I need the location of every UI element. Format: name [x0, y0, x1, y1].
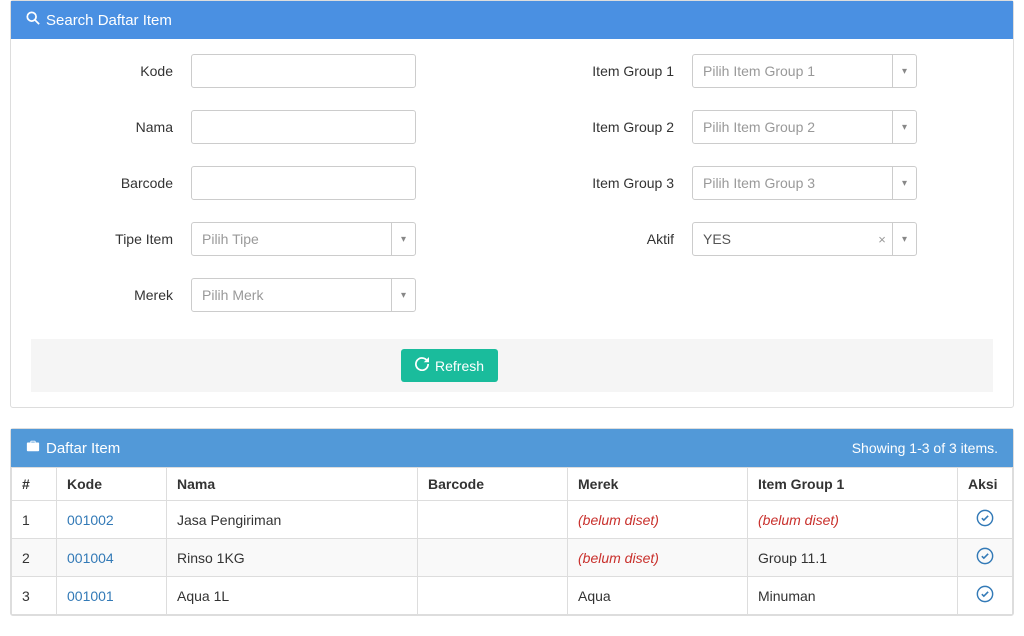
refresh-bar: Refresh [31, 339, 993, 392]
select-action-icon[interactable] [976, 547, 994, 565]
label-barcode: Barcode [31, 175, 191, 191]
select-aktif[interactable]: YES × ▾ [692, 222, 917, 256]
cell-barcode [418, 539, 568, 577]
label-aktif: Aktif [532, 231, 692, 247]
cell-num: 2 [12, 539, 57, 577]
col-aksi: Aksi [958, 468, 1013, 501]
refresh-button-label: Refresh [435, 358, 484, 374]
cell-merek: (belum diset) [568, 539, 748, 577]
label-tipe-item: Tipe Item [31, 231, 191, 247]
cell-item-group-1: Group 11.1 [748, 539, 958, 577]
col-barcode: Barcode [418, 468, 568, 501]
select-item-group-1[interactable]: Pilih Item Group 1 ▾ [692, 54, 917, 88]
cell-barcode [418, 501, 568, 539]
select-action-icon[interactable] [976, 509, 994, 527]
kode-link[interactable]: 001002 [67, 512, 114, 528]
label-item-group-2: Item Group 2 [532, 119, 692, 135]
cell-num: 1 [12, 501, 57, 539]
chevron-down-icon[interactable]: ▾ [892, 55, 916, 87]
refresh-button[interactable]: Refresh [401, 349, 498, 382]
input-kode[interactable] [191, 54, 416, 88]
cell-num: 3 [12, 577, 57, 615]
select-aktif-value: YES [693, 223, 872, 255]
select-item-group-3[interactable]: Pilih Item Group 3 ▾ [692, 166, 917, 200]
list-summary: Showing 1-3 of 3 items. [852, 440, 998, 456]
select-action-icon[interactable] [976, 585, 994, 603]
search-panel-body: Kode Nama Barcode Tipe Item Pilih Tipe ▾ [11, 39, 1013, 339]
items-table: # Kode Nama Barcode Merek Item Group 1 A… [11, 467, 1013, 615]
cell-nama: Rinso 1KG [167, 539, 418, 577]
cell-barcode [418, 577, 568, 615]
select-tipe-item[interactable]: Pilih Tipe ▾ [191, 222, 416, 256]
search-panel-title: Search Daftar Item [46, 12, 172, 29]
select-tipe-placeholder: Pilih Tipe [192, 223, 391, 255]
table-row: 1 001002 Jasa Pengiriman (belum diset)(belu… [12, 501, 1013, 539]
chevron-down-icon[interactable]: ▾ [391, 279, 415, 311]
table-row: 2 001004 Rinso 1KG (belum diset)Group 11.1 [12, 539, 1013, 577]
select-ig1-placeholder: Pilih Item Group 1 [693, 55, 892, 87]
col-nama: Nama [167, 468, 418, 501]
list-panel-header: Daftar Item Showing 1-3 of 3 items. [11, 429, 1013, 467]
col-item-group-1: Item Group 1 [748, 468, 958, 501]
cell-item-group-1: (belum diset) [748, 501, 958, 539]
cell-item-group-1: Minuman [748, 577, 958, 615]
label-item-group-3: Item Group 3 [532, 175, 692, 191]
cell-merek: Aqua [568, 577, 748, 615]
table-row: 3 001001 Aqua 1L AquaMinuman [12, 577, 1013, 615]
chevron-down-icon[interactable]: ▾ [892, 223, 916, 255]
search-panel-header: Search Daftar Item [11, 1, 1013, 39]
input-barcode[interactable] [191, 166, 416, 200]
label-kode: Kode [31, 63, 191, 79]
search-panel: Search Daftar Item Kode Nama Barcode Ti [10, 0, 1014, 408]
list-panel: Daftar Item Showing 1-3 of 3 items. # Ko… [10, 428, 1014, 616]
select-item-group-2[interactable]: Pilih Item Group 2 ▾ [692, 110, 917, 144]
col-merek: Merek [568, 468, 748, 501]
chevron-down-icon[interactable]: ▾ [391, 223, 415, 255]
select-ig2-placeholder: Pilih Item Group 2 [693, 111, 892, 143]
select-ig3-placeholder: Pilih Item Group 3 [693, 167, 892, 199]
cell-nama: Aqua 1L [167, 577, 418, 615]
label-item-group-1: Item Group 1 [532, 63, 692, 79]
select-merek[interactable]: Pilih Merk ▾ [191, 278, 416, 312]
refresh-icon [415, 357, 429, 374]
list-panel-title: Daftar Item [46, 440, 120, 457]
cell-nama: Jasa Pengiriman [167, 501, 418, 539]
search-icon [26, 11, 40, 29]
input-nama[interactable] [191, 110, 416, 144]
col-num: # [12, 468, 57, 501]
clear-icon[interactable]: × [872, 223, 892, 255]
col-kode: Kode [57, 468, 167, 501]
chevron-down-icon[interactable]: ▾ [892, 167, 916, 199]
kode-link[interactable]: 001004 [67, 550, 114, 566]
label-nama: Nama [31, 119, 191, 135]
label-merek: Merek [31, 287, 191, 303]
select-merek-placeholder: Pilih Merk [192, 279, 391, 311]
briefcase-icon [26, 439, 40, 457]
cell-merek: (belum diset) [568, 501, 748, 539]
chevron-down-icon[interactable]: ▾ [892, 111, 916, 143]
kode-link[interactable]: 001001 [67, 588, 114, 604]
